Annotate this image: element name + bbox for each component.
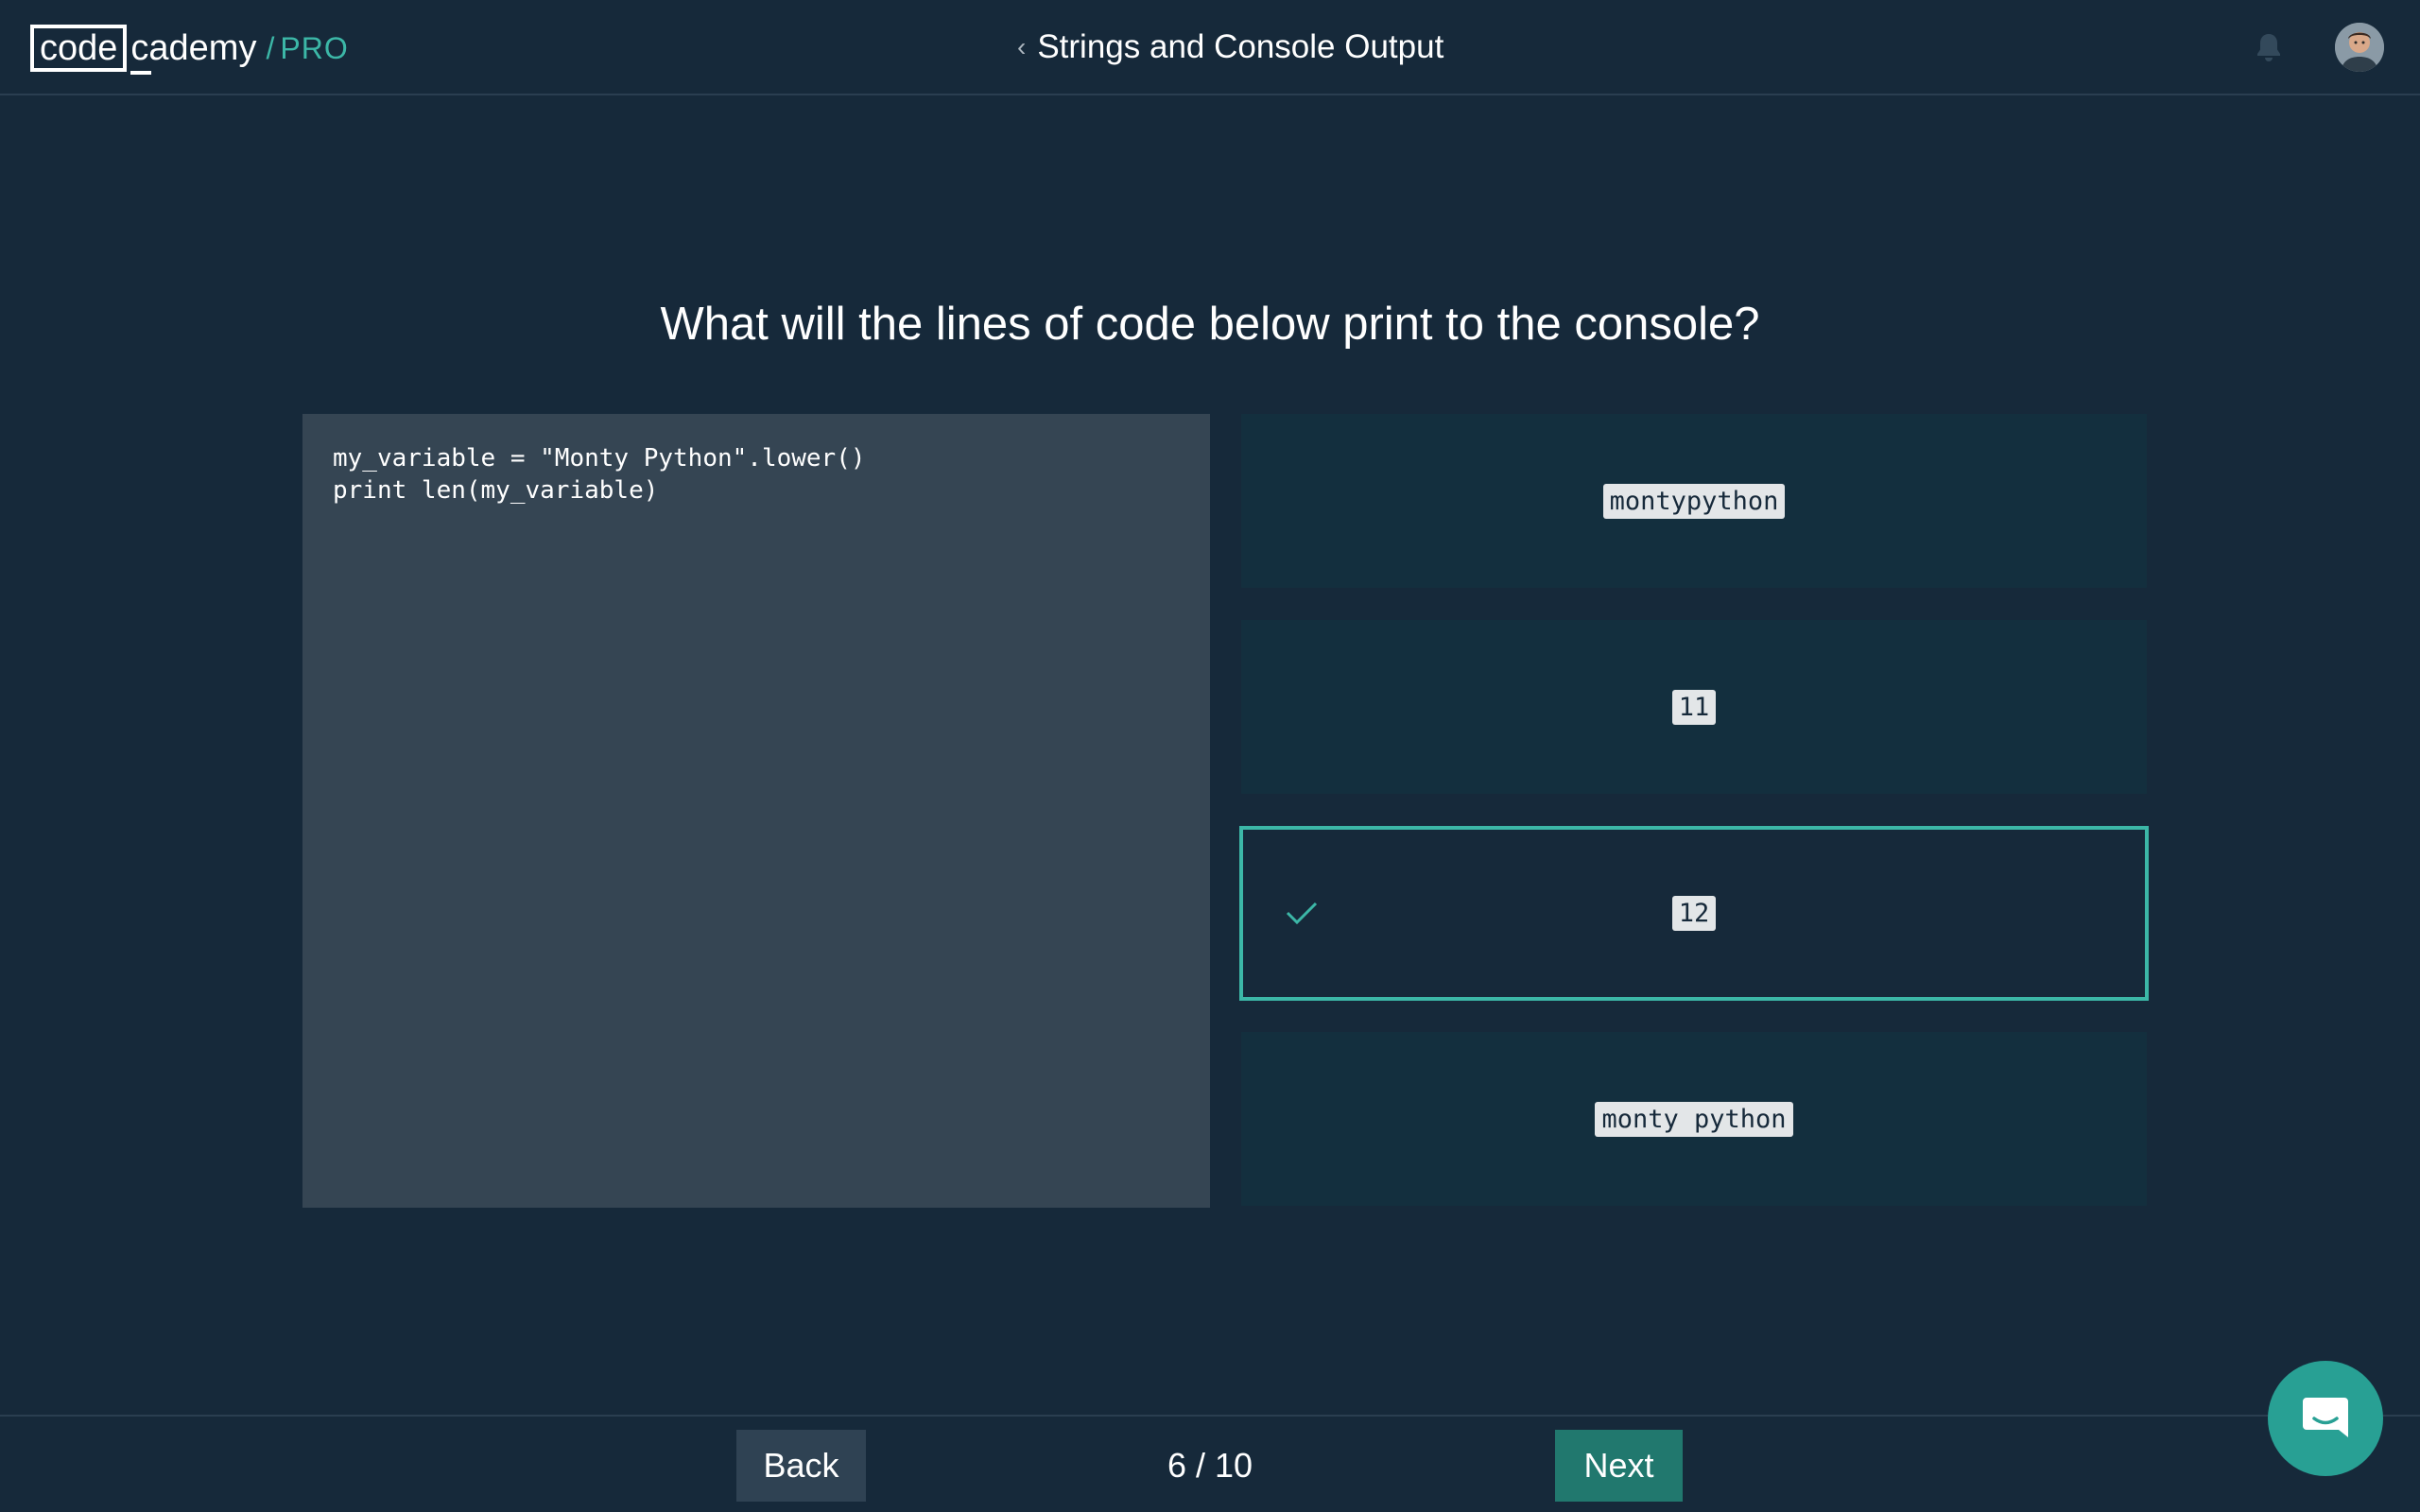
quiz-footer: Back 6 / 10 Next [0,1415,2420,1512]
logo-boxed-text: code [30,25,128,72]
quiz-progress: 6 / 10 [1167,1446,1253,1485]
answer-label: 12 [1671,896,1717,931]
logo-pro-badge: PRO [280,30,349,65]
answer-option-2[interactable]: 11 [1241,620,2147,794]
top-header: code cademy / PRO ‹ Strings and Console … [0,0,2420,95]
logo-text: cademy [130,27,257,75]
answer-label: 11 [1671,689,1717,725]
answer-option-4[interactable]: monty python [1241,1032,2147,1206]
chat-support-button[interactable] [2268,1361,2383,1476]
logo-slash: / [266,30,275,65]
answer-option-3[interactable]: 12 [1239,826,2149,1001]
back-button[interactable]: Back [736,1430,866,1502]
codecademy-logo[interactable]: code cademy / PRO [30,25,349,75]
bell-icon[interactable] [2252,30,2286,64]
quiz-question: What will the lines of code below print … [660,299,1760,350]
lesson-breadcrumb[interactable]: ‹ Strings and Console Output [1017,25,1443,70]
chevron-left-icon: ‹ [1017,32,1027,61]
answer-option-1[interactable]: montypython [1241,414,2147,588]
user-avatar[interactable] [2335,23,2384,72]
chat-bubble-icon [2303,1398,2348,1437]
code-line: print len(my_variable) [333,476,659,505]
next-button[interactable]: Next [1555,1430,1683,1502]
answer-label: monty python [1595,1101,1793,1137]
code-snippet-panel: my_variable = "Monty Python".lower() pri… [302,414,1210,1208]
code-line: my_variable = "Monty Python".lower() [333,444,866,472]
answer-label: montypython [1602,483,1786,519]
lesson-title: Strings and Console Output [1037,28,1444,65]
checkmark-icon [1286,902,1318,925]
